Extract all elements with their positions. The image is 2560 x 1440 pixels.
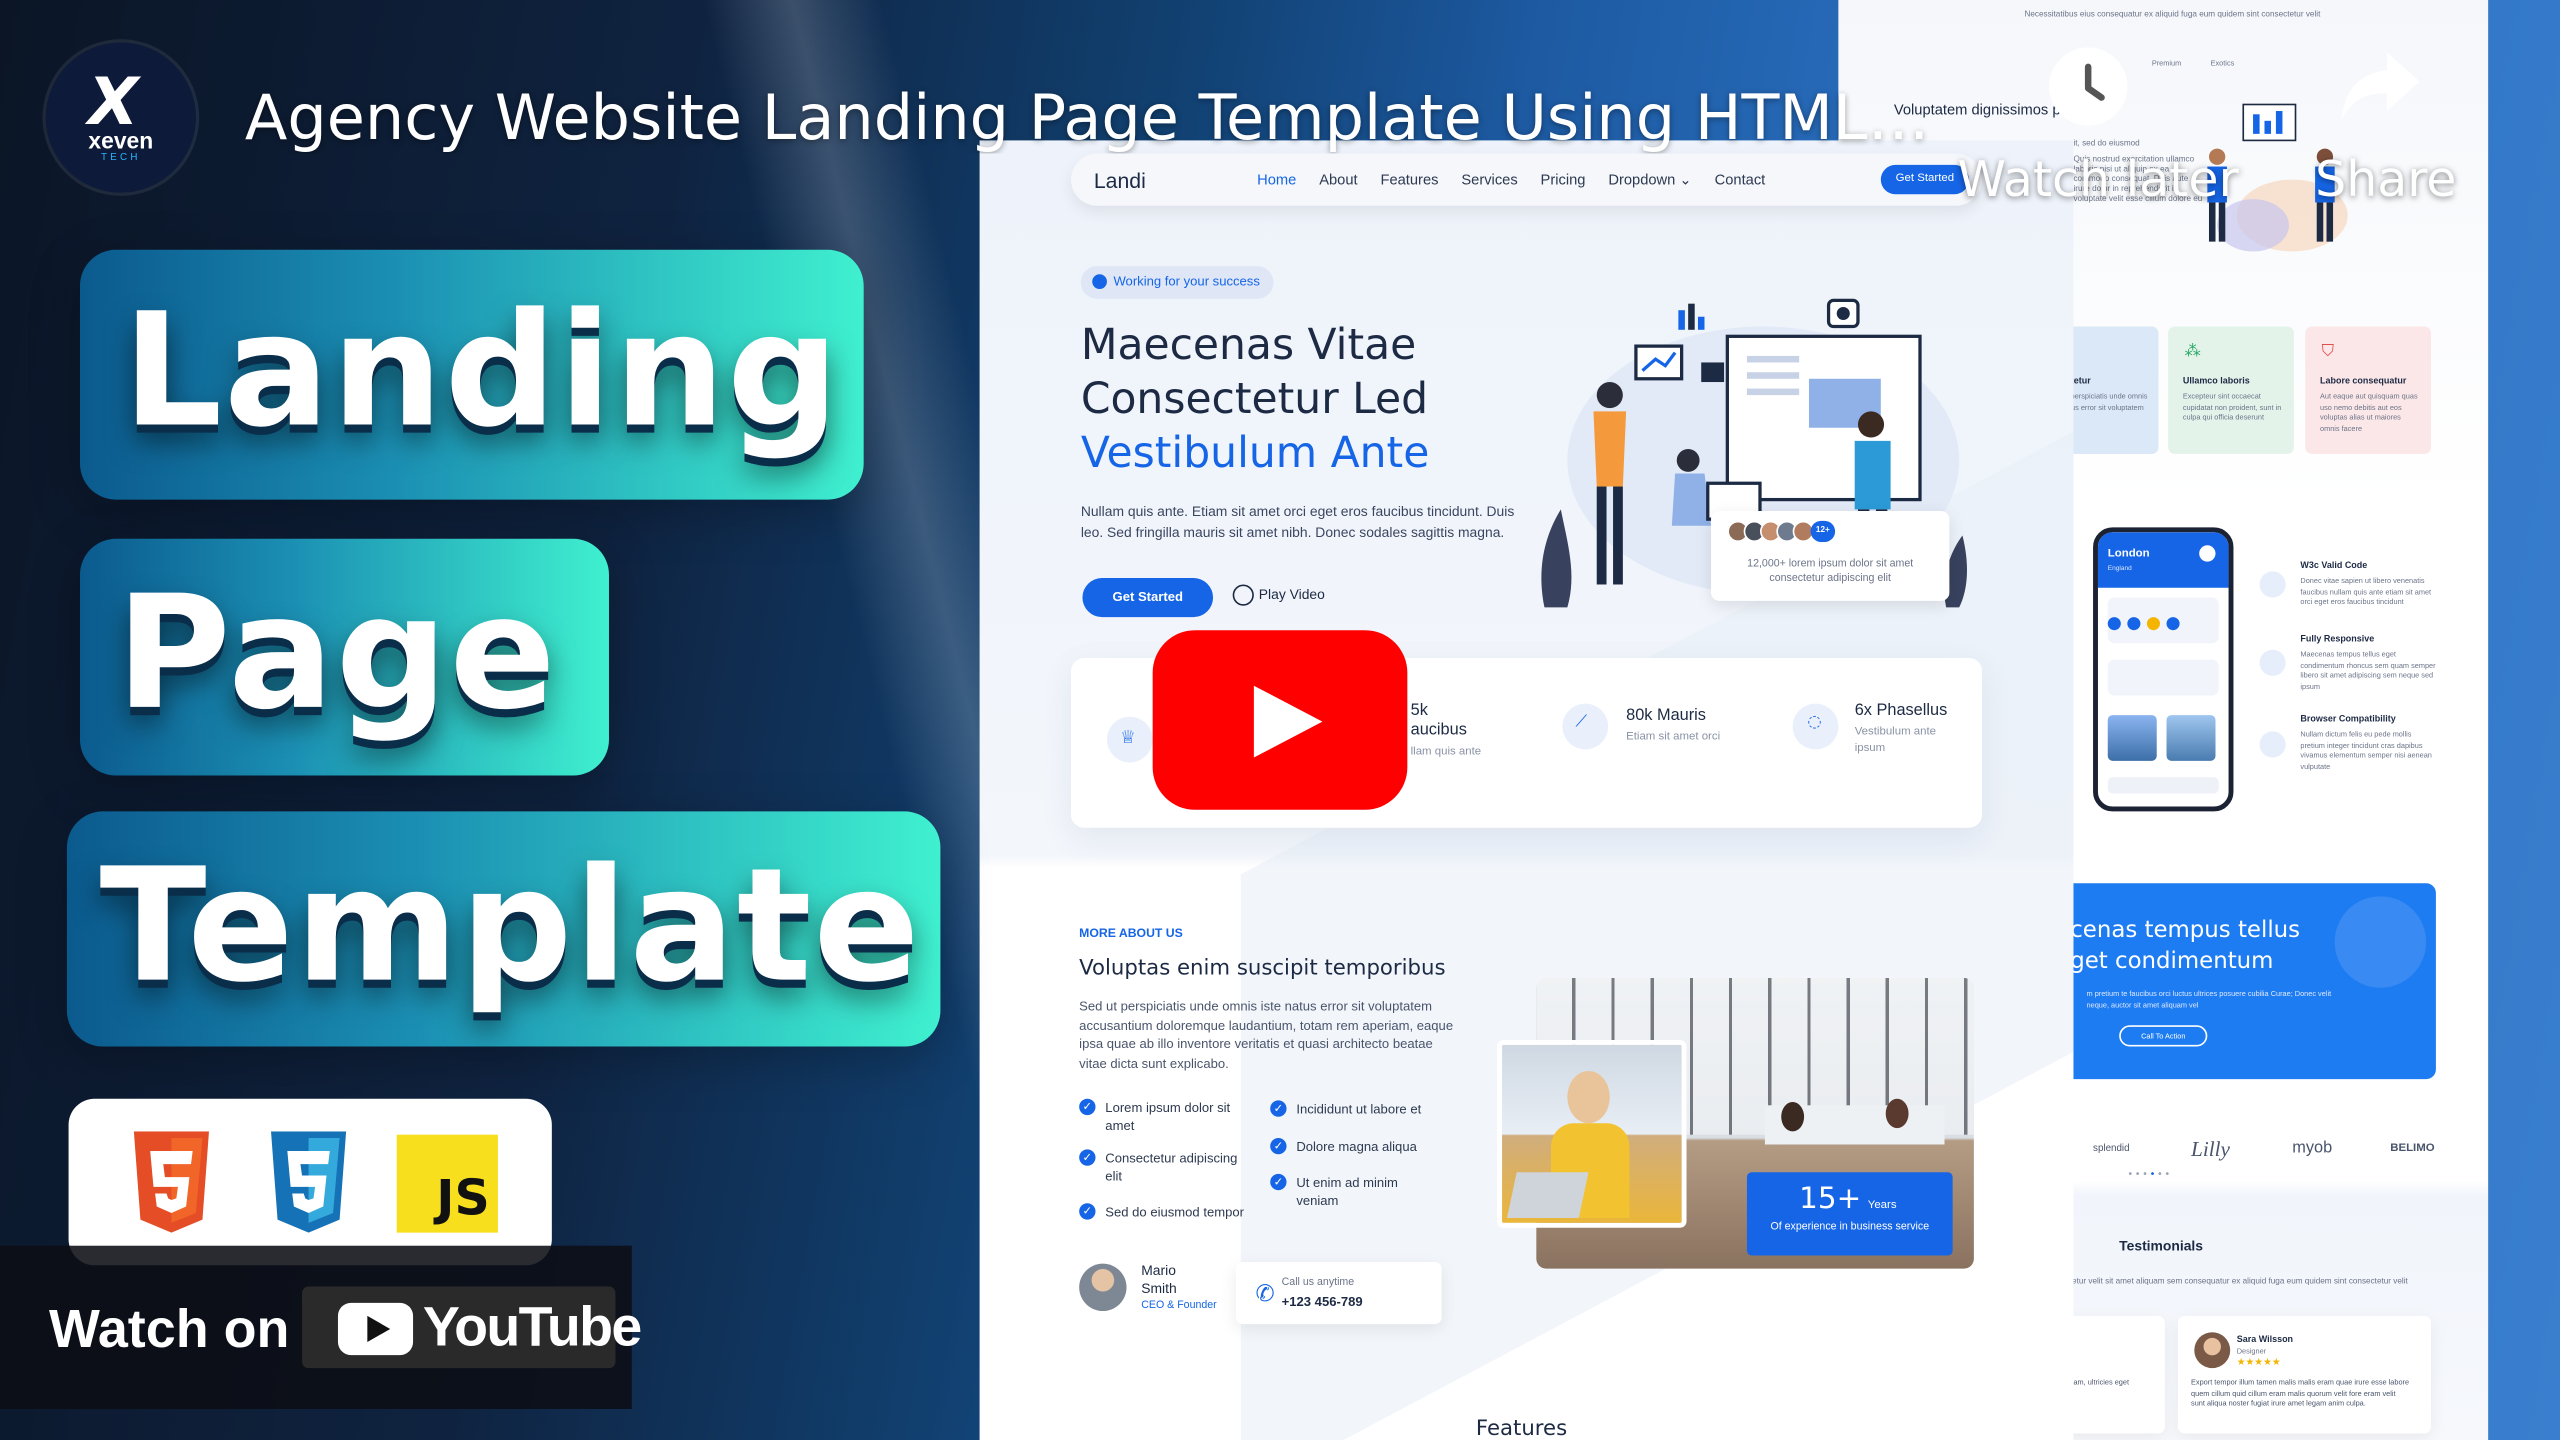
html5-icon	[133, 1131, 209, 1233]
feature-browser: Browser Compatibility	[2300, 715, 2396, 725]
hero-get-started-button[interactable]: Get Started	[1082, 577, 1214, 618]
phone-icon: ✆	[1255, 1281, 1275, 1308]
title-pill-landing: Landing	[79, 249, 864, 500]
hero-chip: Working for your success	[1080, 266, 1274, 299]
stat-1-title: 5k aucibus	[1410, 702, 1467, 740]
nav-about[interactable]: About	[1319, 171, 1357, 189]
nav-features[interactable]: Features	[1380, 171, 1438, 189]
service-card-2: ⁂ Ullamco laboris Excepteur sint occaecat…	[2168, 326, 2294, 454]
feature-w3c: W3c Valid Code	[2300, 561, 2368, 572]
call-box[interactable]: ✆ Call us anytime +123 456-789	[1235, 1262, 1442, 1325]
nav-contact[interactable]: Contact	[1715, 171, 1766, 189]
play-button[interactable]	[1152, 630, 1408, 810]
check-item: Lorem ipsum dolor sit amet	[1079, 1098, 1249, 1135]
nav-home[interactable]: Home	[1257, 171, 1296, 189]
js-icon: JS	[396, 1134, 498, 1233]
brand-belimo: BELIMO	[2390, 1142, 2435, 1155]
phone-mockup: London England	[2093, 527, 2234, 812]
nav-get-started-button[interactable]: Get Started	[1880, 164, 1969, 195]
chevron-down-icon: ⌄	[1679, 171, 1692, 188]
mobile-icon	[2259, 649, 2286, 676]
carousel-dots[interactable]: ••••••	[2127, 1169, 2171, 1180]
video-thumbnail[interactable]: Necessitatibus eius consequatur ex aliqu…	[0, 0, 2560, 1440]
shield-icon: ⛉	[2321, 342, 2334, 361]
more-about-label: MORE ABOUT US	[1079, 925, 1183, 941]
title-pill-page: Page	[79, 538, 609, 776]
watch-on-youtube-button[interactable]: YouTube	[302, 1286, 642, 1369]
hero-users-card: 12+ 12,000+ lorem ipsum dolor sit amet c…	[1711, 511, 1950, 601]
hero-heading: Maecenas Vitae Consectetur Led Vestibulu…	[1080, 321, 1430, 479]
experience-badge: 15+ Years Of experience in business serv…	[1746, 1172, 1953, 1256]
about-text: Sed ut perspiciatis unde omnis iste natu…	[1079, 999, 1454, 1071]
check-item: Consectetur adipiscing elit	[1079, 1149, 1249, 1185]
feature-responsive: Fully Responsive	[2300, 635, 2375, 645]
author-name: Mario Smith	[1141, 1262, 1177, 1297]
video-title[interactable]: Agency Website Landing Page Template Usi…	[245, 82, 1943, 154]
about-title: Voluptas enim suscipit temporibus	[1079, 956, 1446, 982]
brand-lilly: Lilly	[2191, 1136, 2230, 1161]
service-card-3: ⛉ Labore consequatur Aut eaque aut quisqu…	[2305, 326, 2432, 454]
check-item: Ut enim ad minim veniam	[1270, 1173, 1440, 1210]
nav-dropdown[interactable]: Dropdown ⌄	[1608, 171, 1691, 189]
secondary-sub: it, sed do eiusmod	[2073, 138, 2140, 149]
reviewer-avatar	[2194, 1332, 2231, 1369]
share-button[interactable]: Share	[2315, 152, 2456, 209]
title-pill-template: Template	[66, 811, 941, 1047]
play-video-link[interactable]: Play Video	[1232, 584, 1325, 606]
testimonials-title: Testimonials	[2119, 1237, 2203, 1254]
stat-3-title: 6x Phasellus	[1854, 702, 1948, 720]
watch-on-label: Watch on	[48, 1297, 290, 1359]
trophy-icon: ♕	[1106, 716, 1153, 763]
check-item: Incididunt ut labore et	[1270, 1100, 1440, 1118]
woman-laptop-photo	[1497, 1039, 1687, 1228]
features-heading: Features	[1475, 1417, 1568, 1440]
check-item: Dolore magna aliqua	[1270, 1137, 1440, 1156]
stat-2-title: 80k Mauris	[1626, 706, 1706, 725]
mockup-navbar: Landi Home About Features Services Prici…	[1071, 153, 1983, 206]
watch-later-button[interactable]: Watch later	[1958, 152, 2239, 209]
nav-services[interactable]: Services	[1461, 171, 1517, 189]
secondary-tabs: Premium Exotics	[2151, 58, 2235, 67]
call-to-action-button[interactable]: Call To Action	[2119, 1025, 2208, 1047]
secondary-top-text: Necessitatibus eius consequatur ex aliqu…	[2024, 9, 2321, 20]
check-item: Sed do eiusmod tempor	[1079, 1203, 1249, 1221]
cta-banner: cenas tempus tellus get condimentum m pre…	[2047, 883, 2436, 1080]
browser-icon	[2259, 731, 2286, 758]
testimonial-card: Sara Wilsson Designer ★★★★★ Export tempo…	[2177, 1315, 2432, 1434]
brand-splendid: splendid	[2093, 1144, 2130, 1155]
chart-line-icon: ⟋	[1562, 703, 1609, 750]
mockup-brand: Landi	[1093, 168, 1146, 193]
brand-myob: myob	[2292, 1139, 2333, 1158]
bulb-icon: ◌	[1792, 703, 1839, 750]
nav-pricing[interactable]: Pricing	[1541, 171, 1586, 189]
code-icon	[2259, 571, 2286, 598]
youtube-logo-icon	[337, 1302, 414, 1356]
hero-paragraph: Nullam quis ante. Etiam sit amet orci eg…	[1080, 502, 1515, 541]
clock-icon[interactable]	[2048, 47, 2128, 126]
share-icon[interactable]	[2338, 49, 2423, 127]
css3-icon	[271, 1131, 347, 1233]
author-avatar	[1079, 1263, 1127, 1312]
hierarchy-icon: ⁂	[2184, 342, 2201, 361]
author-role: CEO & Founder	[1141, 1299, 1217, 1312]
channel-avatar[interactable]: X xeven TECH	[45, 42, 196, 193]
